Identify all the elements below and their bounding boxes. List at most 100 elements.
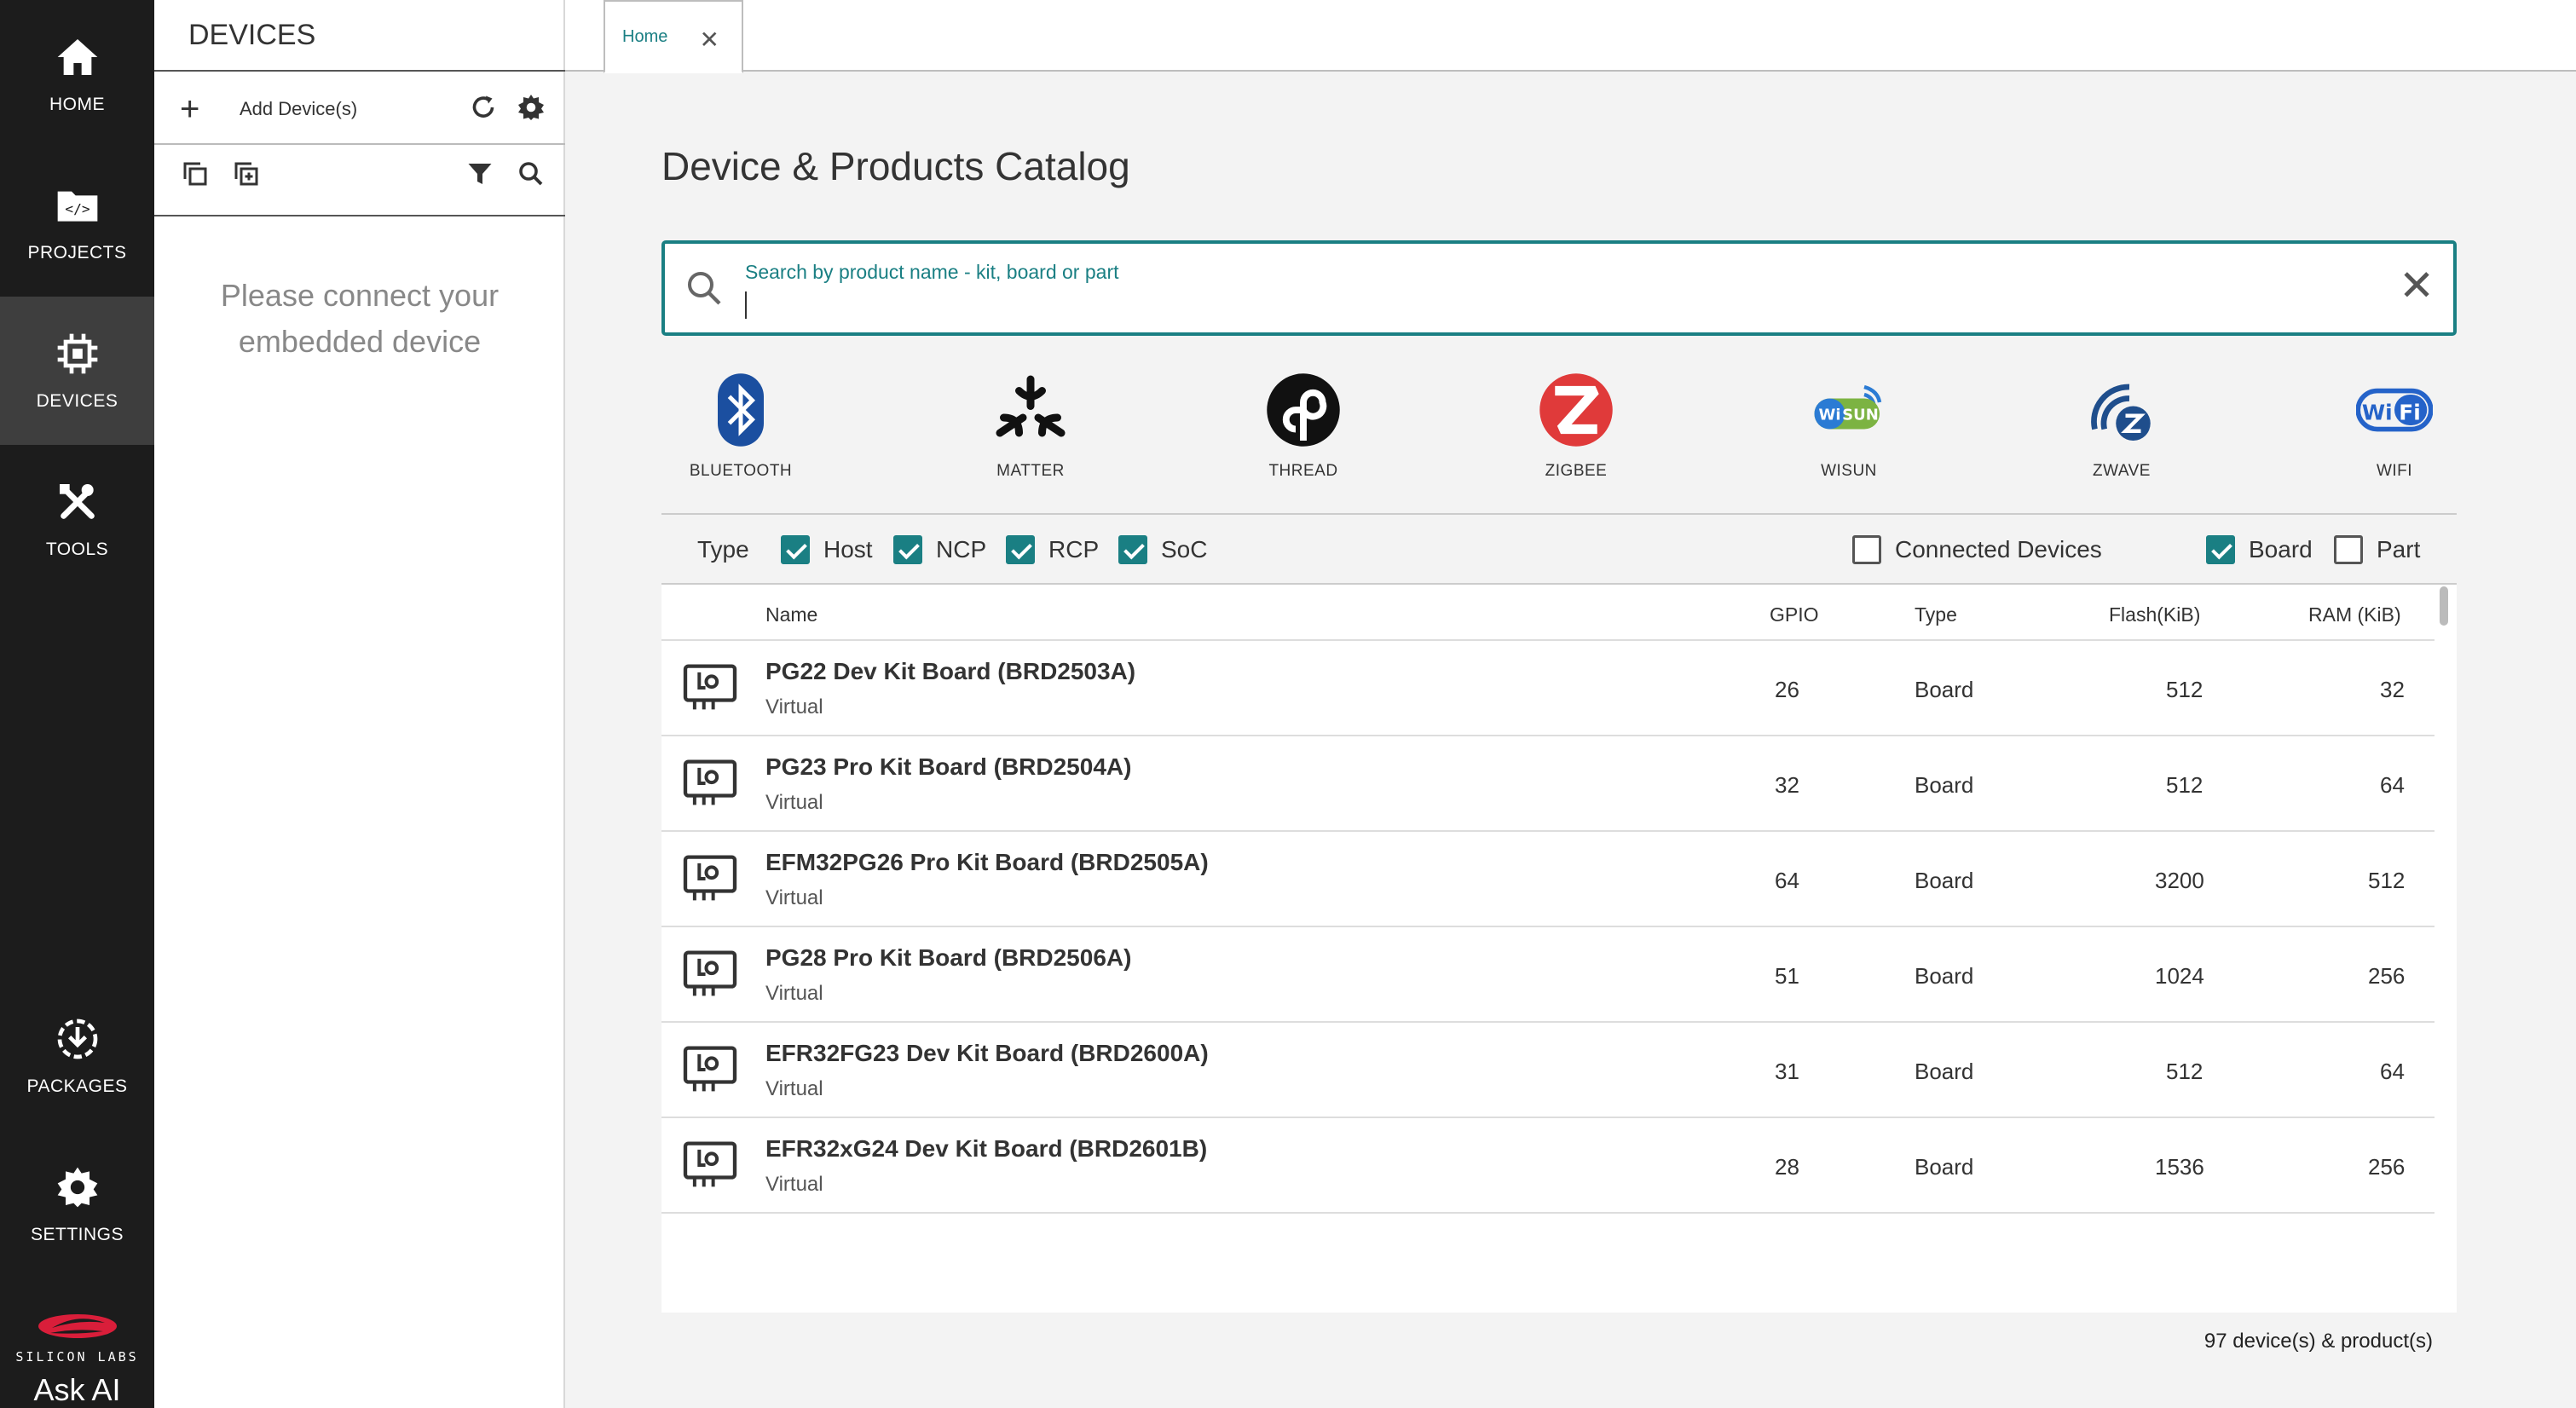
tab-strip: Home ✕ [565,0,2576,73]
rcp-checkbox[interactable] [1006,535,1035,564]
chip-icon [57,333,97,374]
clear-search-icon[interactable]: ✕ [2399,264,2434,307]
protocol-label: ZIGBEE [1545,462,1608,480]
col-gpio[interactable]: GPIO [1770,603,1819,626]
page-title: Device & Products Catalog [661,144,1130,188]
device-flash: 512 [2166,677,2203,702]
zwave-icon [2091,384,2151,441]
filter-connected-devices[interactable]: Connected Devices [1852,528,2102,571]
type-filters: Type Host NCP RCP SoC Connected Devices … [697,528,2436,571]
filter-board[interactable]: Board [2206,528,2313,571]
protocol-label: BLUETOOTH [689,462,793,480]
filter-rcp[interactable]: RCP [1006,528,1099,571]
board-label: Board [2249,536,2313,563]
nav-devices-label: DEVICES [36,391,118,411]
close-icon[interactable]: ✕ [700,26,719,54]
silicon-labs-swoosh-icon [38,1314,117,1338]
protocol-matter[interactable]: MATTER [945,372,1116,481]
search-input[interactable]: Search by product name - kit, board or p… [661,240,2457,336]
filter-soc[interactable]: SoC [1118,528,1207,571]
device-source: Virtual [765,1077,823,1100]
device-source: Virtual [765,695,823,718]
nav-home[interactable]: HOME [0,0,154,148]
filter-part[interactable]: Part [2334,528,2420,571]
device-ram: 32 [2380,677,2405,702]
table-row[interactable]: EFR32xG24 Dev Kit Board (BRD2601B) Virtu… [661,1118,2434,1214]
connected-devices-label: Connected Devices [1895,536,2102,563]
soc-checkbox[interactable] [1118,535,1147,564]
nav-settings-label: SETTINGS [30,1225,124,1244]
type-label: Type [697,528,749,571]
nav-packages[interactable]: PACKAGES [0,982,154,1130]
device-name: EFR32xG24 Dev Kit Board (BRD2601B) [765,1135,1208,1162]
col-name[interactable]: Name [765,603,817,626]
main-nav: HOME </> PROJECTS DEVICES TOOLS PACKAGES… [0,0,154,1408]
protocol-zigbee[interactable]: ZIGBEE [1491,372,1661,481]
board-checkbox[interactable] [2206,535,2235,564]
table-row[interactable]: PG23 Pro Kit Board (BRD2504A) Virtual 32… [661,736,2434,832]
col-type[interactable]: Type [1915,603,1957,626]
filter-host[interactable]: Host [781,528,873,571]
nav-tools[interactable]: TOOLS [0,445,154,593]
tab-home[interactable]: Home ✕ [604,0,743,73]
catalog-table: Name GPIO Type Flash(KiB) RAM (KiB) PG22… [661,585,2457,1353]
host-label: Host [823,536,873,563]
device-flash: 3200 [2155,868,2204,893]
protocol-zwave[interactable]: ZWAVE [2036,372,2207,481]
filter-icon[interactable] [465,159,495,189]
col-flash[interactable]: Flash(KiB) [2109,603,2200,626]
protocol-label: THREAD [1268,462,1338,480]
copy-icon[interactable] [180,159,211,189]
table-row[interactable]: PG22 Dev Kit Board (BRD2503A) Virtual 26… [661,641,2434,736]
part-checkbox[interactable] [2334,535,2363,564]
connected-devices-checkbox[interactable] [1852,535,1881,564]
device-gpio: 64 [1775,868,1799,893]
device-ram: 64 [2380,1059,2405,1084]
table-row[interactable]: PG28 Pro Kit Board (BRD2506A) Virtual 51… [661,927,2434,1023]
protocol-bluetooth[interactable]: BLUETOOTH [656,372,826,481]
scrollbar[interactable] [2440,586,2448,626]
svg-text:</>: </> [65,200,90,216]
svg-text:SUN: SUN [1842,406,1879,424]
nav-projects[interactable]: </> PROJECTS [0,148,154,297]
result-count: 97 device(s) & product(s) [2203,1330,2433,1353]
protocol-wifi[interactable]: Wi Fi WIFI [2309,372,2480,481]
gear-icon [57,1167,97,1208]
device-type: Board [1915,1154,1974,1180]
table-header: Name GPIO Type Flash(KiB) RAM (KiB) [661,585,2434,641]
device-flash: 512 [2166,1059,2203,1084]
nav-projects-label: PROJECTS [27,243,127,263]
devices-panel: DEVICES + Add Device(s) Please connect y… [154,0,565,1408]
gear-icon[interactable] [516,92,546,123]
device-name: EFM32PG26 Pro Kit Board (BRD2505A) [765,849,1209,875]
ask-ai-button[interactable]: Ask AI [0,1372,154,1408]
protocol-thread[interactable]: THREAD [1218,372,1389,481]
wisun-icon: Wi SUN [1814,384,1882,430]
device-gpio: 26 [1775,677,1799,702]
search-icon[interactable] [516,159,546,189]
search-placeholder: Search by product name - kit, board or p… [745,261,1119,283]
table-row[interactable]: EFM32PG26 Pro Kit Board (BRD2505A) Virtu… [661,832,2434,927]
copy-add-icon[interactable] [231,159,262,189]
device-gpio: 28 [1775,1154,1799,1180]
board-icon [683,1141,737,1187]
col-ram[interactable]: RAM (KiB) [2308,603,2401,626]
device-name: EFR32FG23 Dev Kit Board (BRD2600A) [765,1040,1209,1066]
empty-devices-message: Please connect your embedded device [220,278,500,359]
add-device-button[interactable]: Add Device(s) [240,98,357,120]
nav-devices[interactable]: DEVICES [0,297,154,445]
filter-ncp[interactable]: NCP [893,528,986,571]
table-row[interactable]: EFR32FG23 Dev Kit Board (BRD2600A) Virtu… [661,1023,2434,1118]
protocol-wisun[interactable]: Wi SUN WISUN [1764,372,1934,481]
refresh-icon[interactable] [468,92,499,123]
tab-home-label: Home [622,26,668,46]
plus-icon[interactable]: + [180,90,214,129]
soc-label: SoC [1161,536,1208,563]
nav-settings[interactable]: SETTINGS [0,1130,154,1278]
host-checkbox[interactable] [781,535,810,564]
device-type: Board [1915,868,1974,893]
nav-tools-label: TOOLS [45,540,109,559]
divider [154,215,565,216]
silicon-labs-logo: SILICON LABS [0,1309,154,1365]
ncp-checkbox[interactable] [893,535,922,564]
